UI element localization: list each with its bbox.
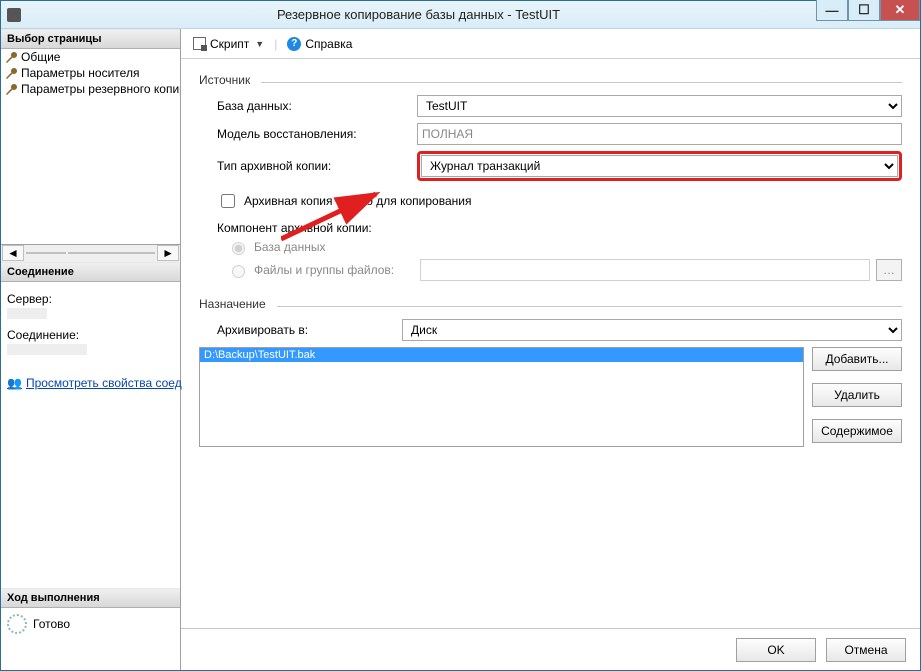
dialog-footer: OK Отмена: [181, 628, 920, 670]
database-select[interactable]: TestUIT: [417, 95, 902, 117]
close-button[interactable]: ✕: [880, 0, 920, 21]
sidebar-item-label: Параметры носителя: [21, 66, 139, 80]
row-database: База данных: TestUIT: [217, 95, 902, 117]
toolbar: Скрипт ▼ | ? Справка: [181, 29, 920, 59]
view-props-label: Просмотреть свойства соед: [26, 376, 182, 390]
script-icon: [193, 37, 206, 50]
help-button[interactable]: ? Справка: [283, 35, 356, 53]
titlebar[interactable]: Резервное копирование базы данных - Test…: [1, 1, 920, 29]
wrench-icon: [5, 51, 17, 63]
form-area: Источник База данных: TestUIT Модель вос…: [181, 59, 920, 628]
backup-path-item[interactable]: D:\Backup\TestUIT.bak: [200, 348, 803, 362]
view-connection-props-link[interactable]: 👥 Просмотреть свойства соед: [7, 376, 174, 390]
progress-block: Готово: [1, 608, 180, 640]
sidebar-item-general[interactable]: Общие: [1, 49, 180, 65]
component-label: Компонент архивной копии:: [217, 221, 902, 235]
sidebar: Выбор страницы Общие Параметры носителя …: [1, 29, 181, 670]
select-page-header: Выбор страницы: [1, 29, 180, 49]
backup-to-select[interactable]: Диск: [402, 319, 902, 341]
script-button[interactable]: Скрипт ▼: [189, 35, 268, 53]
help-label: Справка: [305, 37, 352, 51]
server-value: [7, 308, 47, 319]
radio-db-label: База данных: [254, 240, 325, 254]
sidebar-item-media[interactable]: Параметры носителя: [1, 65, 180, 81]
backup-type-highlight: Журнал транзакций: [417, 151, 902, 181]
contents-button[interactable]: Содержимое: [812, 419, 902, 443]
files-text-field: [420, 259, 870, 281]
row-copy-only[interactable]: Архивная копия только для копирования: [217, 191, 902, 211]
sidebar-item-label: Параметры резервного копир: [21, 82, 180, 96]
copy-only-checkbox[interactable]: [221, 194, 235, 208]
component-db-radio: [232, 242, 245, 255]
minimize-button[interactable]: —: [816, 0, 848, 21]
people-icon: 👥: [7, 376, 22, 390]
dialog-window: Резервное копирование базы данных - Test…: [0, 0, 921, 671]
cancel-button[interactable]: Отмена: [826, 638, 906, 662]
row-backup-type: Тип архивной копии: Журнал транзакций: [217, 151, 902, 181]
scroll-thumb[interactable]: [26, 252, 66, 254]
copy-only-label: Архивная копия только для копирования: [244, 194, 471, 208]
source-legend: Источник: [199, 73, 902, 87]
wrench-icon: [5, 83, 17, 95]
content-pane: Скрипт ▼ | ? Справка Источник: [181, 29, 920, 670]
row-backup-to: Архивировать в: Диск: [217, 319, 902, 341]
app-icon: [7, 8, 21, 22]
server-label: Сервер:: [7, 292, 174, 306]
chevron-down-icon[interactable]: ▼: [255, 39, 264, 49]
database-label: База данных:: [217, 99, 417, 113]
sidebar-scrollbar[interactable]: ◄ ►: [1, 244, 180, 262]
connection-value: [7, 344, 87, 355]
maximize-button[interactable]: ☐: [848, 0, 880, 21]
row-radio-database: База данных: [227, 239, 902, 255]
destination-area: D:\Backup\TestUIT.bak Добавить... Удалит…: [199, 347, 902, 447]
script-label: Скрипт: [210, 37, 249, 51]
wrench-icon: [5, 67, 17, 79]
remove-button[interactable]: Удалить: [812, 383, 902, 407]
component-files-radio: [232, 265, 245, 278]
progress-status: Готово: [33, 617, 70, 631]
ok-button[interactable]: OK: [736, 638, 816, 662]
add-button[interactable]: Добавить...: [812, 347, 902, 371]
radio-files-label: Файлы и группы файлов:: [254, 263, 414, 277]
recovery-model-label: Модель восстановления:: [217, 127, 417, 141]
progress-header: Ход выполнения: [1, 588, 180, 608]
scroll-left-icon[interactable]: ◄: [2, 245, 24, 261]
sidebar-item-backup-opts[interactable]: Параметры резервного копир: [1, 81, 180, 97]
files-browse-button: …: [876, 259, 902, 281]
backup-to-label: Архивировать в:: [217, 323, 402, 337]
sidebar-item-label: Общие: [21, 50, 60, 64]
connection-block: Сервер: Соединение: 👥 Просмотреть свойст…: [1, 282, 180, 394]
destination-legend: Назначение: [199, 297, 902, 311]
backup-path-list[interactable]: D:\Backup\TestUIT.bak: [199, 347, 804, 447]
row-recovery-model: Модель восстановления:: [217, 123, 902, 145]
backup-type-select[interactable]: Журнал транзакций: [421, 155, 898, 177]
help-icon: ?: [287, 37, 301, 51]
scroll-right-icon[interactable]: ►: [157, 245, 179, 261]
row-radio-files: Файлы и группы файлов: …: [227, 259, 902, 281]
connection-label: Соединение:: [7, 328, 174, 342]
page-list: Общие Параметры носителя Параметры резер…: [1, 49, 180, 244]
recovery-model-field: [417, 123, 902, 145]
connection-header: Соединение: [1, 262, 180, 282]
window-title: Резервное копирование базы данных - Test…: [21, 7, 816, 22]
spinner-icon: [7, 614, 27, 634]
backup-type-label: Тип архивной копии:: [217, 159, 417, 173]
